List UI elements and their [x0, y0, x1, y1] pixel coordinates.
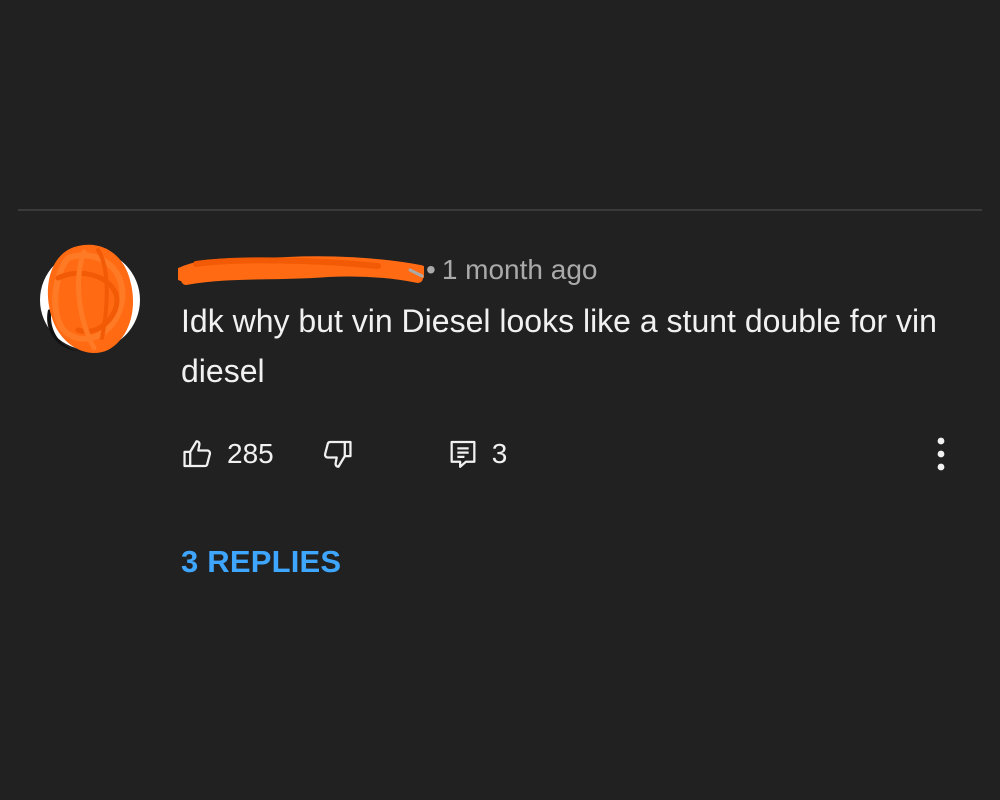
comment-timestamp[interactable]: 1 month ago	[442, 254, 598, 286]
meta-separator: •	[426, 254, 436, 285]
comment-meta: • 1 month ago	[178, 252, 597, 288]
reply-count: 3	[491, 438, 508, 469]
like-button[interactable]: 285	[181, 437, 274, 471]
thumbs-down-icon	[320, 437, 354, 471]
comment-action-bar: 285 3	[181, 432, 507, 476]
view-replies-link[interactable]: 3 REPLIES	[181, 544, 341, 580]
comment-icon	[446, 437, 480, 471]
like-count: 285	[227, 438, 274, 469]
author-name-redacted[interactable]	[178, 252, 424, 288]
dislike-button[interactable]	[320, 437, 354, 471]
redaction-scribble	[178, 256, 424, 285]
more-options-button[interactable]	[928, 434, 954, 474]
thumbs-up-icon	[181, 437, 215, 471]
avatar[interactable]	[38, 238, 142, 362]
more-vert-icon	[937, 437, 945, 471]
section-divider	[18, 209, 982, 211]
comment-text: Idk why but vin Diesel looks like a stun…	[181, 303, 937, 389]
redacted-avatar-scribble	[40, 244, 140, 354]
reply-button[interactable]: 3	[446, 437, 508, 471]
